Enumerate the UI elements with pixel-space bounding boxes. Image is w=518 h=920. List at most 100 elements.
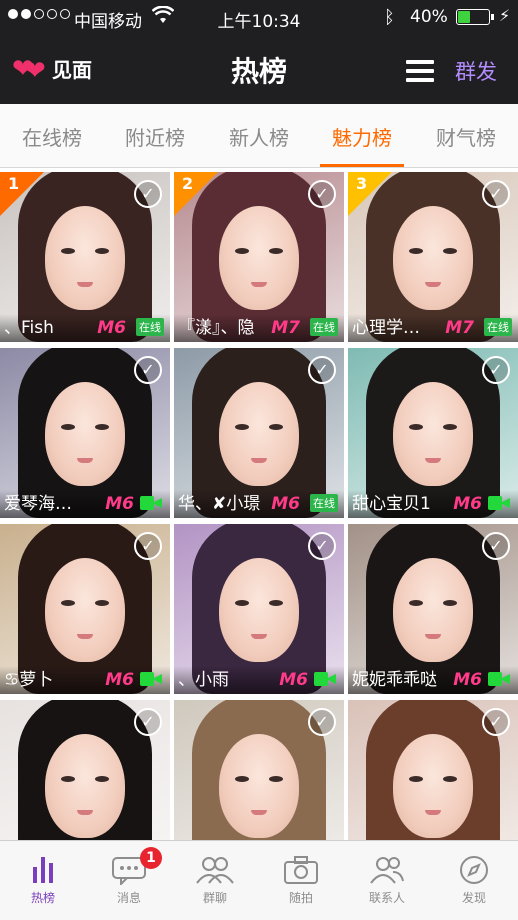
select-checkmark-icon[interactable]: ✓ bbox=[482, 708, 510, 736]
charm-level-badge: M6 bbox=[105, 494, 134, 514]
select-checkmark-icon[interactable]: ✓ bbox=[308, 532, 336, 560]
user-nickname: 、Fish bbox=[4, 318, 54, 338]
user-card[interactable]: ✓ 、小雨 M6 bbox=[174, 524, 344, 694]
rank-number: 2 bbox=[182, 174, 194, 193]
user-nickname: ♋萝卜 bbox=[4, 670, 54, 690]
user-nickname: 妮妮乖乖哒 bbox=[352, 670, 437, 690]
user-caption: 妮妮乖乖哒 M6 bbox=[348, 666, 518, 694]
bottom-tab-bar: 热榜 1 消息 群聊 随拍 联系人 发现 bbox=[0, 840, 518, 920]
page-title: 热榜 bbox=[230, 55, 287, 88]
bottom-tab-label: 发现 bbox=[461, 891, 486, 905]
select-checkmark-icon[interactable]: ✓ bbox=[308, 356, 336, 384]
group-send-button[interactable]: 群发 bbox=[455, 56, 497, 86]
user-card[interactable]: ✓ bbox=[348, 700, 518, 840]
select-checkmark-icon[interactable]: ✓ bbox=[134, 180, 162, 208]
battery-icon bbox=[456, 9, 490, 25]
online-status-badge: 在线 bbox=[310, 494, 338, 512]
user-photo-grid: 1 ✓ 、Fish M6 在线 2 ✓ 『漾』、隐 M7 在线 3 ✓ 心理学… M7 在线 ✓ 爱琴海… M6 ✓… bbox=[0, 172, 518, 840]
charging-icon: ⚡ bbox=[499, 6, 511, 25]
nav-bar: ❤ ❤ 见面 热榜 群发 bbox=[0, 36, 518, 104]
user-card[interactable]: ✓ 甜心宝贝1 M6 bbox=[348, 348, 518, 518]
charm-level-badge: M6 bbox=[453, 494, 482, 514]
camera-icon bbox=[258, 851, 344, 889]
bottom-tab-label: 随拍 bbox=[288, 891, 313, 905]
video-camera-icon bbox=[140, 672, 162, 686]
user-card[interactable]: 2 ✓ 『漾』、隐 M7 在线 bbox=[174, 172, 344, 342]
user-nickname: 『漾』、隐 bbox=[178, 318, 255, 338]
user-nickname: 华、✘小璟 bbox=[178, 494, 261, 514]
user-nickname: 甜心宝贝1 bbox=[352, 494, 431, 514]
bluetooth-icon: ᛒ bbox=[384, 7, 395, 28]
tab-charm[interactable]: 魅力榜 bbox=[310, 122, 414, 151]
user-card[interactable]: ✓ 爱琴海… M6 bbox=[0, 348, 170, 518]
user-card[interactable]: 3 ✓ 心理学… M7 在线 bbox=[348, 172, 518, 342]
rank-number: 1 bbox=[8, 174, 20, 193]
charm-level-badge: M6 bbox=[453, 670, 482, 690]
rank-badge bbox=[0, 172, 44, 216]
bottom-tab-label: 热榜 bbox=[30, 891, 55, 905]
select-checkmark-icon[interactable]: ✓ bbox=[482, 180, 510, 208]
bottom-tab-label: 消息 bbox=[116, 891, 141, 905]
select-checkmark-icon[interactable]: ✓ bbox=[134, 532, 162, 560]
user-nickname: 爱琴海… bbox=[4, 494, 72, 514]
ranking-tabs: 在线榜 附近榜 新人榜 魅力榜 财气榜 bbox=[0, 104, 518, 168]
user-nickname: 心理学… bbox=[352, 318, 420, 338]
bottom-tab-contacts[interactable]: 联系人 bbox=[344, 851, 430, 906]
user-card[interactable]: ✓ 华、✘小璟 M6 在线 bbox=[174, 348, 344, 518]
status-bar: 中国移动 上午10:34 ᛒ 40% ⚡ bbox=[0, 0, 518, 36]
user-card[interactable]: ✓ bbox=[0, 700, 170, 840]
user-card[interactable]: ✓ bbox=[174, 700, 344, 840]
video-camera-icon bbox=[140, 496, 162, 510]
charm-level-badge: M7 bbox=[445, 318, 474, 338]
video-camera-icon bbox=[488, 496, 510, 510]
user-caption: 、Fish M6 在线 bbox=[0, 314, 170, 342]
battery-percent: 40% bbox=[410, 7, 448, 27]
select-checkmark-icon[interactable]: ✓ bbox=[308, 180, 336, 208]
video-camera-icon bbox=[488, 672, 510, 686]
online-status-badge: 在线 bbox=[484, 318, 512, 336]
bottom-tab-discover[interactable]: 发现 bbox=[431, 851, 517, 906]
user-caption: ♋萝卜 M6 bbox=[0, 666, 170, 694]
select-checkmark-icon[interactable]: ✓ bbox=[134, 356, 162, 384]
compass-icon bbox=[431, 851, 517, 889]
user-card[interactable]: ✓ ♋萝卜 M6 bbox=[0, 524, 170, 694]
tab-nearby[interactable]: 附近榜 bbox=[103, 122, 207, 151]
user-nickname: 、小雨 bbox=[178, 670, 229, 690]
user-caption: 爱琴海… M6 bbox=[0, 490, 170, 518]
user-caption: 、小雨 M6 bbox=[174, 666, 344, 694]
menu-icon[interactable] bbox=[406, 60, 434, 82]
charm-level-badge: M7 bbox=[271, 318, 300, 338]
online-status-badge: 在线 bbox=[136, 318, 164, 336]
select-checkmark-icon[interactable]: ✓ bbox=[482, 356, 510, 384]
select-checkmark-icon[interactable]: ✓ bbox=[482, 532, 510, 560]
unread-badge: 1 bbox=[140, 847, 162, 869]
user-caption: 甜心宝贝1 M6 bbox=[348, 490, 518, 518]
user-caption: 华、✘小璟 M6 在线 bbox=[174, 490, 344, 518]
bottom-tab-snapshot[interactable]: 随拍 bbox=[258, 851, 344, 906]
online-status-badge: 在线 bbox=[310, 318, 338, 336]
user-card[interactable]: 1 ✓ 、Fish M6 在线 bbox=[0, 172, 170, 342]
rank-badge bbox=[348, 172, 392, 216]
select-checkmark-icon[interactable]: ✓ bbox=[308, 708, 336, 736]
bottom-tab-messages[interactable]: 1 消息 bbox=[86, 847, 172, 906]
rank-number: 3 bbox=[356, 174, 368, 193]
bottom-tab-group-chat[interactable]: 群聊 bbox=[172, 851, 258, 906]
charm-level-badge: M6 bbox=[271, 494, 300, 514]
charm-level-badge: M6 bbox=[105, 670, 134, 690]
group-people-icon bbox=[172, 851, 258, 889]
user-caption: 『漾』、隐 M7 在线 bbox=[174, 314, 344, 342]
active-tab-indicator bbox=[320, 164, 404, 167]
user-caption: 心理学… M7 在线 bbox=[348, 314, 518, 342]
select-checkmark-icon[interactable]: ✓ bbox=[134, 708, 162, 736]
tab-newcomers[interactable]: 新人榜 bbox=[207, 122, 311, 151]
charm-level-badge: M6 bbox=[97, 318, 126, 338]
tab-wealth[interactable]: 财气榜 bbox=[414, 122, 518, 151]
video-camera-icon bbox=[314, 672, 336, 686]
bottom-tab-label: 群聊 bbox=[202, 891, 227, 905]
charm-level-badge: M6 bbox=[279, 670, 308, 690]
user-card[interactable]: ✓ 妮妮乖乖哒 M6 bbox=[348, 524, 518, 694]
bottom-tab-hot[interactable]: 热榜 bbox=[0, 851, 86, 906]
bottom-tab-label: 联系人 bbox=[368, 891, 405, 905]
tab-online[interactable]: 在线榜 bbox=[0, 122, 104, 151]
chart-bars-icon bbox=[0, 851, 86, 889]
